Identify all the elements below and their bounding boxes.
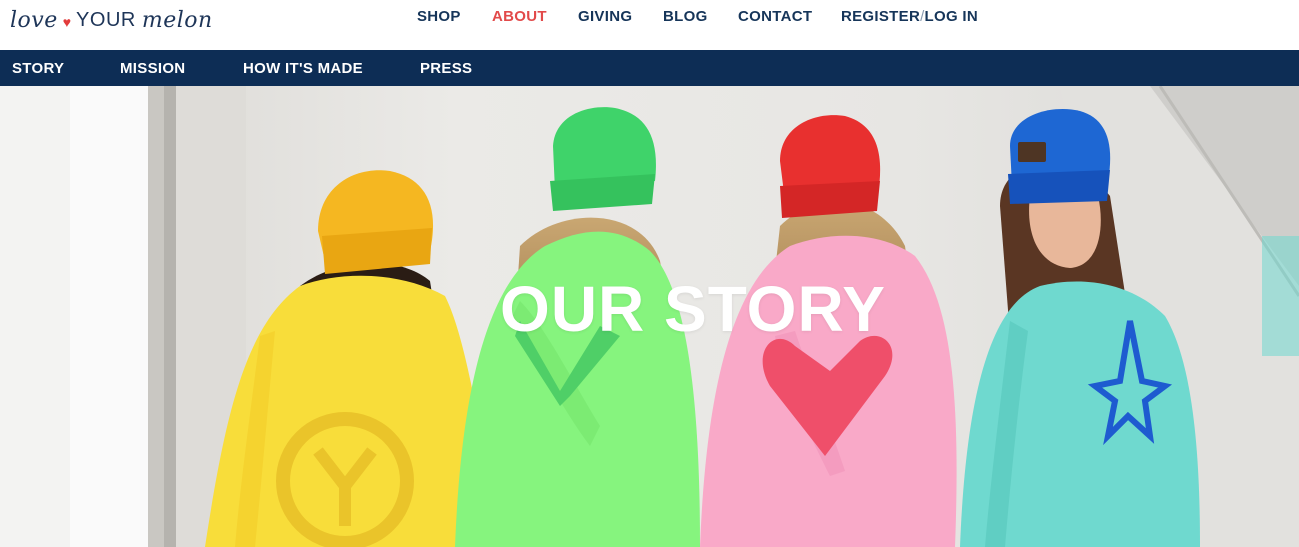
logo-melon-text: melon <box>141 7 213 33</box>
heart-icon: ♥ <box>62 14 72 30</box>
nav-blog[interactable]: BLOG <box>663 8 708 25</box>
nav-about[interactable]: ABOUT <box>492 8 547 25</box>
sub-nav-story[interactable]: STORY <box>12 60 64 77</box>
nav-login[interactable]: LOG IN <box>925 8 978 25</box>
sub-nav: STORY MISSION HOW IT'S MADE PRESS <box>0 50 1299 86</box>
sub-nav-press[interactable]: PRESS <box>420 60 472 77</box>
nav-shop[interactable]: SHOP <box>417 8 461 25</box>
logo-love-text: love <box>10 7 58 33</box>
sub-nav-how-its-made[interactable]: HOW IT'S MADE <box>243 60 363 77</box>
hero-title: OUR STORY <box>500 273 886 345</box>
nav-contact[interactable]: CONTACT <box>738 8 812 25</box>
nav-register[interactable]: REGISTER <box>841 8 920 25</box>
nav-giving[interactable]: GIVING <box>578 8 632 25</box>
hero-banner: OUR STORY <box>0 86 1299 547</box>
logo-your-text: YOUR <box>76 8 136 31</box>
nav-account: REGISTER/LOG IN <box>841 8 978 25</box>
brand-logo[interactable]: love ♥ YOUR melon <box>10 2 213 38</box>
top-header: love ♥ YOUR melon SHOP ABOUT GIVING BLOG… <box>0 0 1299 50</box>
sub-nav-mission[interactable]: MISSION <box>120 60 185 77</box>
